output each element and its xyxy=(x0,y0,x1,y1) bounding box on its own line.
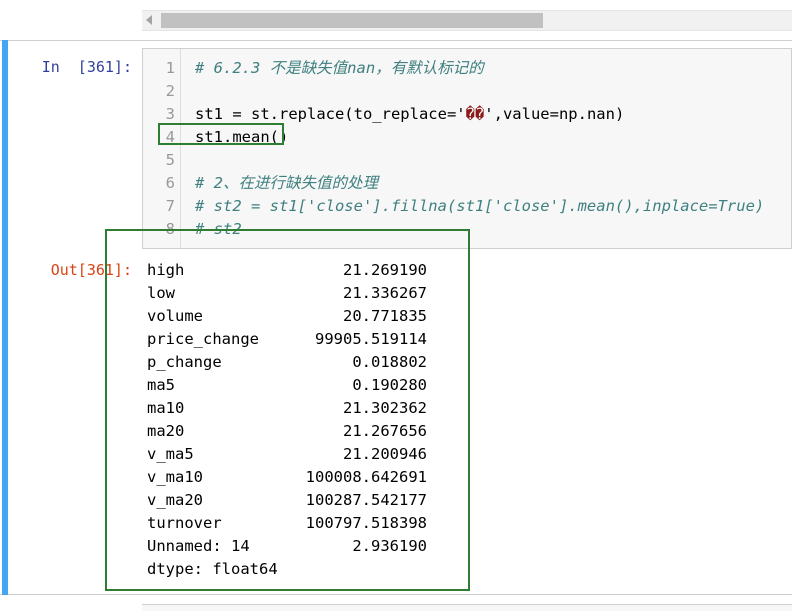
output-value: 21.269190 xyxy=(343,261,427,279)
output-value: 99905.519114 xyxy=(315,330,427,348)
line-number: 5 xyxy=(165,151,175,169)
scroll-left-arrow-icon[interactable] xyxy=(146,15,152,25)
output-horizontal-scrollbar[interactable] xyxy=(142,10,792,31)
output-value: 100008.642691 xyxy=(305,468,427,486)
code-line[interactable]: st1.mean() xyxy=(195,126,288,149)
output-row: Unnamed: 14 2.936190 xyxy=(147,535,427,558)
code-text: ',value=np.nan) xyxy=(484,105,625,123)
line-number: 3 xyxy=(165,105,175,123)
output-key: turnover xyxy=(147,514,222,532)
output-row: ma20 21.267656 xyxy=(147,420,427,443)
output-key: v_ma10 xyxy=(147,468,203,486)
code-editor[interactable]: 1 # 6.2.3 不是缺失值nan，有默认标记的 2 3 st1 = st.repla… xyxy=(142,48,792,249)
output-value: 100797.518398 xyxy=(305,514,427,532)
next-cell-edge[interactable] xyxy=(142,604,792,611)
output-value: 100287.542177 xyxy=(305,491,427,509)
output-prompt: Out[361]: xyxy=(50,261,132,279)
output-row: p_change 0.018802 xyxy=(147,351,427,374)
code-comment: # st2 xyxy=(195,220,242,238)
output-row: v_ma10 100008.642691 xyxy=(147,466,427,489)
line-number: 8 xyxy=(165,220,175,238)
cell-selected-indicator xyxy=(2,40,8,595)
notebook-page: In [361]: 1 # 6.2.3 不是缺失值nan，有默认标记的 2 3 st1 … xyxy=(0,0,792,611)
output-row: turnover 100797.518398 xyxy=(147,512,427,535)
line-number: 6 xyxy=(165,174,175,192)
code-comment: # st2 = st1['close'].fillna(st1['close']… xyxy=(195,197,765,215)
output-key: volume xyxy=(147,307,203,325)
code-comment: # 2、在进行缺失值的处理 xyxy=(195,174,378,192)
output-value: 21.200946 xyxy=(343,445,427,463)
line-number: 1 xyxy=(165,59,175,77)
output-key: ma5 xyxy=(147,376,175,394)
output-key: high xyxy=(147,261,185,279)
code-comment: # 6.2.3 不是缺失值nan，有默认标记的 xyxy=(195,59,484,77)
code-line[interactable]: # st2 xyxy=(195,218,242,241)
output-row: v_ma5 21.200946 xyxy=(147,443,427,466)
output-key: v_ma5 xyxy=(147,445,194,463)
code-line[interactable]: # 6.2.3 不是缺失值nan，有默认标记的 xyxy=(195,57,484,80)
output-value: 21.302362 xyxy=(343,399,427,417)
output-row: low 21.336267 xyxy=(147,282,427,305)
output-value: 0.190280 xyxy=(352,376,427,394)
output-dtype: dtype: float64 xyxy=(147,560,278,578)
output-row: v_ma20 100287.542177 xyxy=(147,489,427,512)
output-value: 20.771835 xyxy=(343,307,427,325)
line-number: 7 xyxy=(165,197,175,215)
code-text: st1.mean() xyxy=(195,128,289,146)
code-text: st1 = st.replace(to_replace=' xyxy=(195,105,466,123)
output-value: 2.936190 xyxy=(352,537,427,555)
output-value: 21.336267 xyxy=(343,284,427,302)
code-line[interactable]: st1 = st.replace(to_replace='��',value=n… xyxy=(195,103,624,126)
code-line[interactable]: # st2 = st1['close'].fillna(st1['close']… xyxy=(195,195,764,218)
replacement-glyphs: �� xyxy=(465,105,485,123)
output-key: low xyxy=(147,284,175,302)
output-row: ma10 21.302362 xyxy=(147,397,427,420)
output-key: price_change xyxy=(147,330,259,348)
scrollbar-thumb[interactable] xyxy=(161,13,543,28)
output-row: high 21.269190 xyxy=(147,259,427,282)
output-value: 0.018802 xyxy=(352,353,427,371)
output-key: v_ma20 xyxy=(147,491,203,509)
line-number: 4 xyxy=(165,128,175,146)
input-prompt: In [361]: xyxy=(41,58,132,76)
code-line[interactable]: # 2、在进行缺失值的处理 xyxy=(195,172,378,195)
output-key: ma20 xyxy=(147,422,185,440)
output-key: Unnamed: 14 xyxy=(147,537,250,555)
line-number: 2 xyxy=(165,82,175,100)
output-key: ma10 xyxy=(147,399,185,417)
output-value: 21.267656 xyxy=(343,422,427,440)
output-row: volume 20.771835 xyxy=(147,305,427,328)
output-key: p_change xyxy=(147,353,222,371)
output-row: ma5 0.190280 xyxy=(147,374,427,397)
output-row: price_change 99905.519114 xyxy=(147,328,427,351)
